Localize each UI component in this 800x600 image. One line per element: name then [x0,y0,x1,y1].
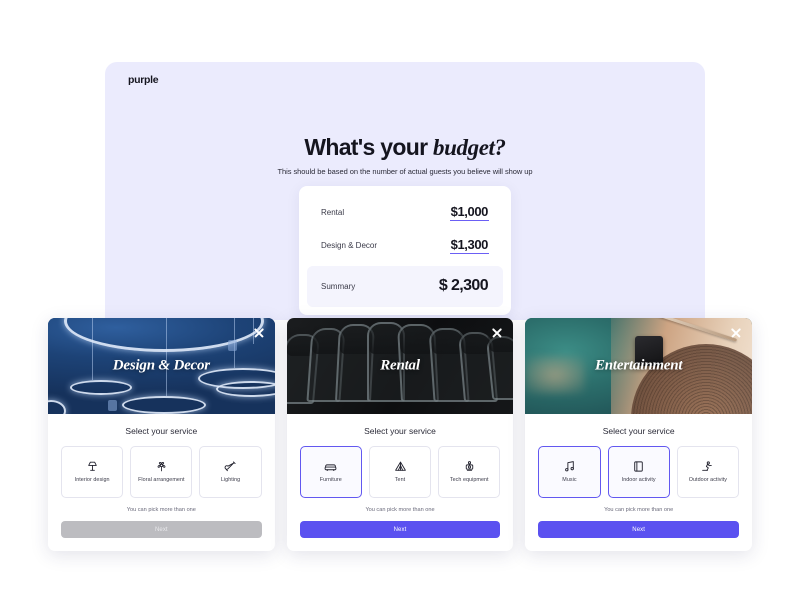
service-cards-row: Design & Decor Select your service Inter… [48,318,753,551]
budget-summary-label: Summary [321,282,356,291]
music-note-icon [563,460,576,473]
pick-hint: You can pick more than one [365,507,435,513]
card-title: Entertainment [594,357,683,374]
person-activity-icon [701,460,714,473]
budget-card: Rental $1,000 Design & Decor $1,300 Summ… [299,186,511,315]
flower-icon [155,460,168,473]
speaker-icon [463,460,476,473]
card-body: Select your service Furniture Tent Tech … [287,414,514,551]
page-subtitle: This should be based on the number of ac… [277,167,533,177]
option-label: Indoor activity [621,477,656,484]
hero-section: What's your budget? This should be based… [105,134,705,176]
option-music[interactable]: Music [538,446,601,498]
card-hero-image-rental: Rental [286,318,514,414]
budget-summary-value: $ 2,300 [438,277,489,294]
card-title: Design & Decor [112,357,210,374]
next-button[interactable]: Next [299,521,501,538]
budget-row-summary: Summary $ 2,300 [307,266,503,307]
option-label: Tent [394,477,406,484]
board-game-icon [632,460,645,473]
pick-hint: You can pick more than one [604,507,674,513]
card-body: Select your service Interior design Flor… [48,414,275,551]
card-hero-image-entertainment: Entertainment [525,318,753,414]
budget-row-value[interactable]: $1,300 [449,237,489,254]
option-label: Floral arrangement [138,477,185,484]
option-label: Lighting [220,477,241,484]
option-lighting[interactable]: Lighting [199,446,262,498]
sofa-icon [324,460,337,473]
page-title-accent: budget? [433,135,506,160]
budget-row-label: Rental [321,208,345,217]
page-title: What's your budget? [105,134,705,161]
background-panel: purple What's your budget? This should b… [105,62,705,320]
service-card-entertainment: Entertainment Select your service Music [525,318,753,551]
budget-row-label: Design & Decor [321,241,378,250]
brand-logo: purple [128,74,159,86]
option-interior-design[interactable]: Interior design [61,446,124,498]
card-body-title: Select your service [602,426,675,436]
option-tent[interactable]: Tent [368,446,432,498]
budget-row-rental: Rental $1,000 [307,196,503,229]
option-label: Furniture [319,477,342,484]
card-title: Rental [380,357,420,374]
close-icon[interactable] [253,327,265,339]
next-button[interactable]: Next [61,521,262,538]
options-group: Furniture Tent Tech equipment [299,446,501,498]
next-button[interactable]: Next [538,521,740,538]
card-body-title: Select your service [125,426,198,436]
option-outdoor-activity[interactable]: Outdoor activity [676,446,739,498]
tent-icon [394,460,407,473]
card-body: Select your service Music Indoor activit… [525,414,752,551]
card-body-title: Select your service [364,426,436,436]
option-label: Outdoor activity [688,477,728,484]
budget-row-design-decor: Design & Decor $1,300 [307,229,503,262]
options-group: Interior design Floral arrangement Light… [61,446,262,498]
option-label: Interior design [74,477,110,484]
pick-hint: You can pick more than one [126,507,196,513]
option-furniture[interactable]: Furniture [299,446,362,498]
budget-row-value[interactable]: $1,000 [449,204,489,221]
service-card-design-decor: Design & Decor Select your service Inter… [48,318,275,551]
light-bulb-icon [224,460,237,473]
option-label: Tech equipment [449,477,489,484]
option-floral-arrangement[interactable]: Floral arrangement [130,446,193,498]
card-hero-image-design-decor: Design & Decor [48,318,275,414]
close-icon[interactable] [491,327,503,339]
page-title-plain: What's your [304,134,434,160]
options-group: Music Indoor activity Outdoor activity [538,446,739,498]
option-tech-equipment[interactable]: Tech equipment [438,446,501,498]
service-card-rental: Rental Select your service Furniture Ten… [286,318,514,551]
lamp-icon [86,460,99,473]
option-indoor-activity[interactable]: Indoor activity [607,446,670,498]
close-icon[interactable] [730,327,742,339]
option-label: Music [562,477,577,484]
